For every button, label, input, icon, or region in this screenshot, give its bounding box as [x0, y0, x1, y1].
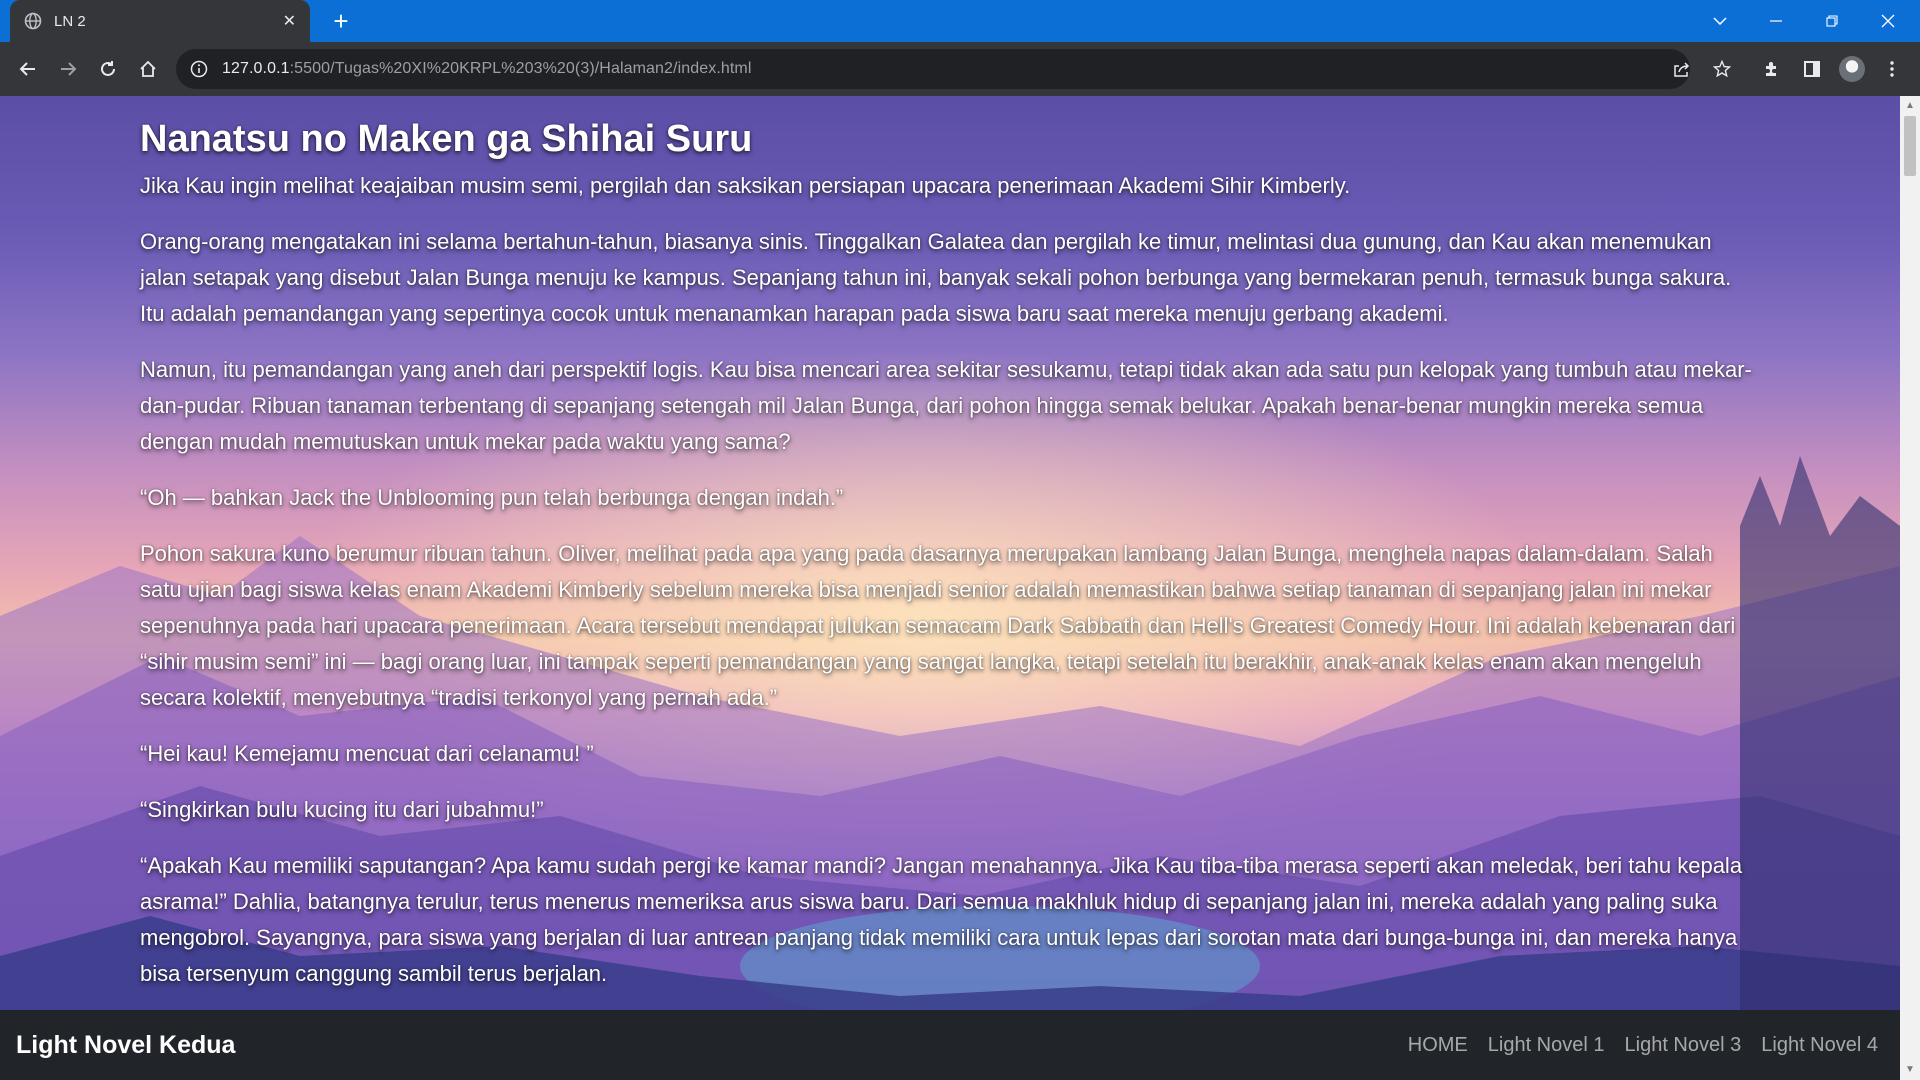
paragraph: Pohon sakura kuno berumur ribuan tahun. …	[140, 541, 1736, 710]
forward-arrow-icon[interactable]	[52, 53, 84, 85]
browser-toolbar: 127.0.0.1:5500/Tugas%20XI%20KRPL%203%20(…	[0, 42, 1920, 96]
profile-avatar	[1839, 56, 1865, 82]
page-viewport: Nanatsu no Maken ga Shihai Suru Jika Kau…	[0, 96, 1900, 1080]
nav-link-home[interactable]: HOME	[1408, 1034, 1468, 1057]
reload-icon[interactable]	[92, 53, 124, 85]
paragraph: Orang-orang mengatakan ini selama bertah…	[140, 229, 1732, 326]
bottom-navbar: Light Novel Kedua HOME Light Novel 1 Lig…	[0, 1010, 1900, 1080]
paragraph: “Singkirkan bulu kucing itu dari jubahmu…	[140, 797, 544, 822]
nav-links: HOME Light Novel 1 Light Novel 3 Light N…	[1408, 1034, 1878, 1057]
url-host: 127.0.0.1	[222, 60, 290, 77]
paragraph: “Oh — bahkan Jack the Unblooming pun tel…	[140, 485, 844, 510]
minimize-icon[interactable]	[1748, 0, 1804, 42]
back-arrow-icon[interactable]	[12, 53, 44, 85]
address-bar[interactable]: 127.0.0.1:5500/Tugas%20XI%20KRPL%203%20(…	[176, 49, 1731, 89]
sidepanel-icon[interactable]	[1796, 53, 1828, 85]
scroll-down-icon[interactable]: ▼	[1904, 1064, 1916, 1076]
star-icon[interactable]	[1702, 49, 1742, 89]
tab-strip: LN 2 ✕ +	[0, 0, 1920, 42]
plus-icon[interactable]: +	[326, 6, 356, 36]
extensions-icon[interactable]	[1756, 53, 1788, 85]
home-icon[interactable]	[132, 53, 164, 85]
navbar-brand[interactable]: Light Novel Kedua	[16, 1031, 235, 1060]
paragraph: “Hei kau! Kemejamu mencuat dari celanamu…	[140, 741, 594, 766]
url-text: 127.0.0.1:5500/Tugas%20XI%20KRPL%203%20(…	[222, 60, 752, 78]
paragraph: “Apakah Kau memiliki saputangan? Apa kam…	[140, 853, 1743, 986]
scroll-up-icon[interactable]: ▲	[1904, 100, 1916, 112]
kebab-menu-icon[interactable]	[1876, 53, 1908, 85]
globe-icon	[24, 12, 42, 30]
chevron-down-icon[interactable]	[1692, 0, 1748, 42]
close-icon[interactable]: ✕	[283, 11, 296, 31]
share-icon[interactable]	[1662, 49, 1702, 89]
window-close-icon[interactable]	[1860, 0, 1916, 42]
article-title: Nanatsu no Maken ga Shihai Suru	[140, 118, 753, 160]
restore-icon[interactable]	[1804, 0, 1860, 42]
url-path: :5500/Tugas%20XI%20KRPL%203%20(3)/Halama…	[289, 60, 752, 77]
info-icon[interactable]	[190, 60, 208, 78]
vertical-scrollbar[interactable]: ▲ ▼	[1900, 96, 1920, 1080]
nav-link-light-novel-1[interactable]: Light Novel 1	[1488, 1034, 1605, 1057]
paragraph: Namun, itu pemandangan yang aneh dari pe…	[140, 357, 1752, 454]
active-tab[interactable]: LN 2 ✕	[10, 0, 310, 42]
tab-title: LN 2	[54, 12, 86, 30]
paragraph: Jika Kau ingin melihat keajaiban musim s…	[140, 173, 1351, 198]
avatar[interactable]	[1836, 53, 1868, 85]
scrollbar-thumb[interactable]	[1904, 116, 1916, 176]
nav-link-light-novel-4[interactable]: Light Novel 4	[1761, 1034, 1878, 1057]
article: Nanatsu no Maken ga Shihai Suru Jika Kau…	[140, 116, 1760, 1012]
nav-link-light-novel-3[interactable]: Light Novel 3	[1625, 1034, 1742, 1057]
